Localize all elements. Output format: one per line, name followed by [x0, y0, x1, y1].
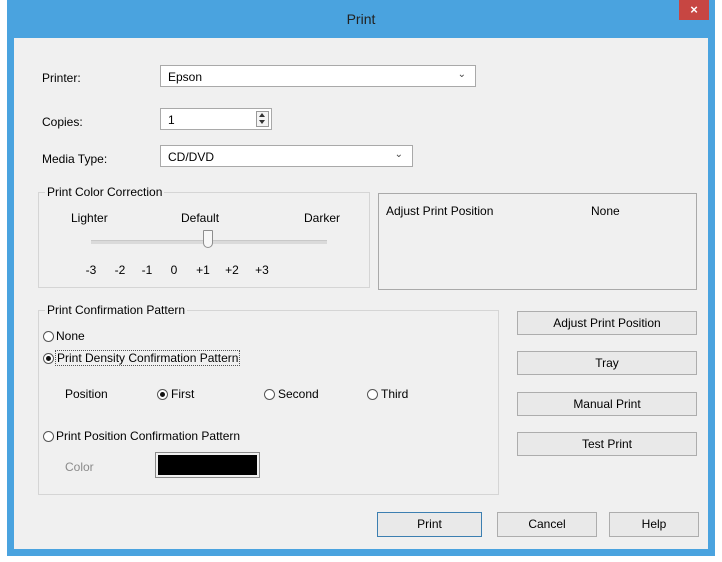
radio-position-pattern-label[interactable]: Print Position Confirmation Pattern	[56, 429, 240, 443]
radio-position-third-label[interactable]: Third	[381, 387, 408, 401]
chevron-down-icon: ⌄	[457, 69, 466, 80]
dialog-body: Printer: Epson ⌄ Copies: 1 Media Type: C…	[14, 38, 708, 549]
printer-value: Epson	[168, 70, 203, 84]
default-label: Default	[181, 211, 220, 225]
adjust-position-info: Adjust Print Position None	[378, 193, 697, 290]
tick-label: 0	[170, 263, 178, 277]
confirmation-pattern-group: Print Confirmation Pattern None Print De…	[38, 303, 499, 495]
radio-density-pattern[interactable]	[43, 353, 54, 364]
arrow-down-icon[interactable]	[259, 120, 265, 124]
adjust-position-label: Adjust Print Position	[386, 204, 494, 218]
color-swatch-fill	[158, 455, 257, 475]
media-type-select[interactable]: CD/DVD ⌄	[160, 145, 413, 167]
arrow-up-icon[interactable]	[259, 113, 265, 117]
radio-none-label[interactable]: None	[56, 329, 85, 343]
stepper-buttons[interactable]	[256, 111, 269, 127]
tick-label: +2	[225, 263, 239, 277]
cancel-button[interactable]: Cancel	[497, 512, 597, 537]
tray-button[interactable]: Tray	[517, 351, 697, 375]
color-label: Color	[65, 460, 94, 474]
position-label: Position	[65, 387, 108, 401]
tick-label: -3	[85, 263, 97, 277]
radio-none[interactable]	[43, 331, 54, 342]
printer-select[interactable]: Epson ⌄	[160, 65, 476, 87]
radio-position-third[interactable]	[367, 389, 378, 400]
radio-position-second[interactable]	[264, 389, 275, 400]
window-title: Print	[346, 11, 376, 27]
copies-stepper[interactable]: 1	[160, 108, 272, 130]
color-correction-group: Print Color Correction Lighter Default D…	[38, 185, 370, 288]
media-type-label: Media Type:	[42, 152, 108, 166]
copies-value: 1	[168, 113, 175, 127]
close-button[interactable]: ×	[679, 0, 709, 20]
color-correction-title: Print Color Correction	[45, 185, 165, 199]
color-swatch-button[interactable]	[155, 452, 260, 478]
lighter-label: Lighter	[71, 211, 108, 225]
radio-position-first-label[interactable]: First	[171, 387, 194, 401]
media-type-value: CD/DVD	[168, 150, 215, 164]
radio-position-first[interactable]	[157, 389, 168, 400]
tick-label: +1	[196, 263, 210, 277]
printer-label: Printer:	[42, 71, 81, 85]
test-print-button[interactable]: Test Print	[517, 432, 697, 456]
radio-density-pattern-label[interactable]: Print Density Confirmation Pattern	[55, 350, 241, 366]
adjust-position-value: None	[591, 204, 620, 218]
print-button[interactable]: Print	[377, 512, 482, 537]
print-dialog: Print × Printer: Epson ⌄ Copies: 1 Media…	[7, 0, 715, 556]
title-bar[interactable]: Print ×	[7, 0, 715, 38]
tick-label: +3	[255, 263, 269, 277]
color-slider-thumb[interactable]	[203, 230, 213, 248]
copies-label: Copies:	[42, 115, 83, 129]
manual-print-button[interactable]: Manual Print	[517, 392, 697, 416]
chevron-down-icon: ⌄	[394, 149, 403, 160]
tick-label: -1	[141, 263, 153, 277]
tick-label: -2	[114, 263, 126, 277]
confirmation-pattern-title: Print Confirmation Pattern	[45, 303, 188, 317]
help-button[interactable]: Help	[609, 512, 699, 537]
radio-position-pattern[interactable]	[43, 431, 54, 442]
adjust-print-position-button[interactable]: Adjust Print Position	[517, 311, 697, 335]
darker-label: Darker	[304, 211, 341, 225]
radio-position-second-label[interactable]: Second	[278, 387, 319, 401]
